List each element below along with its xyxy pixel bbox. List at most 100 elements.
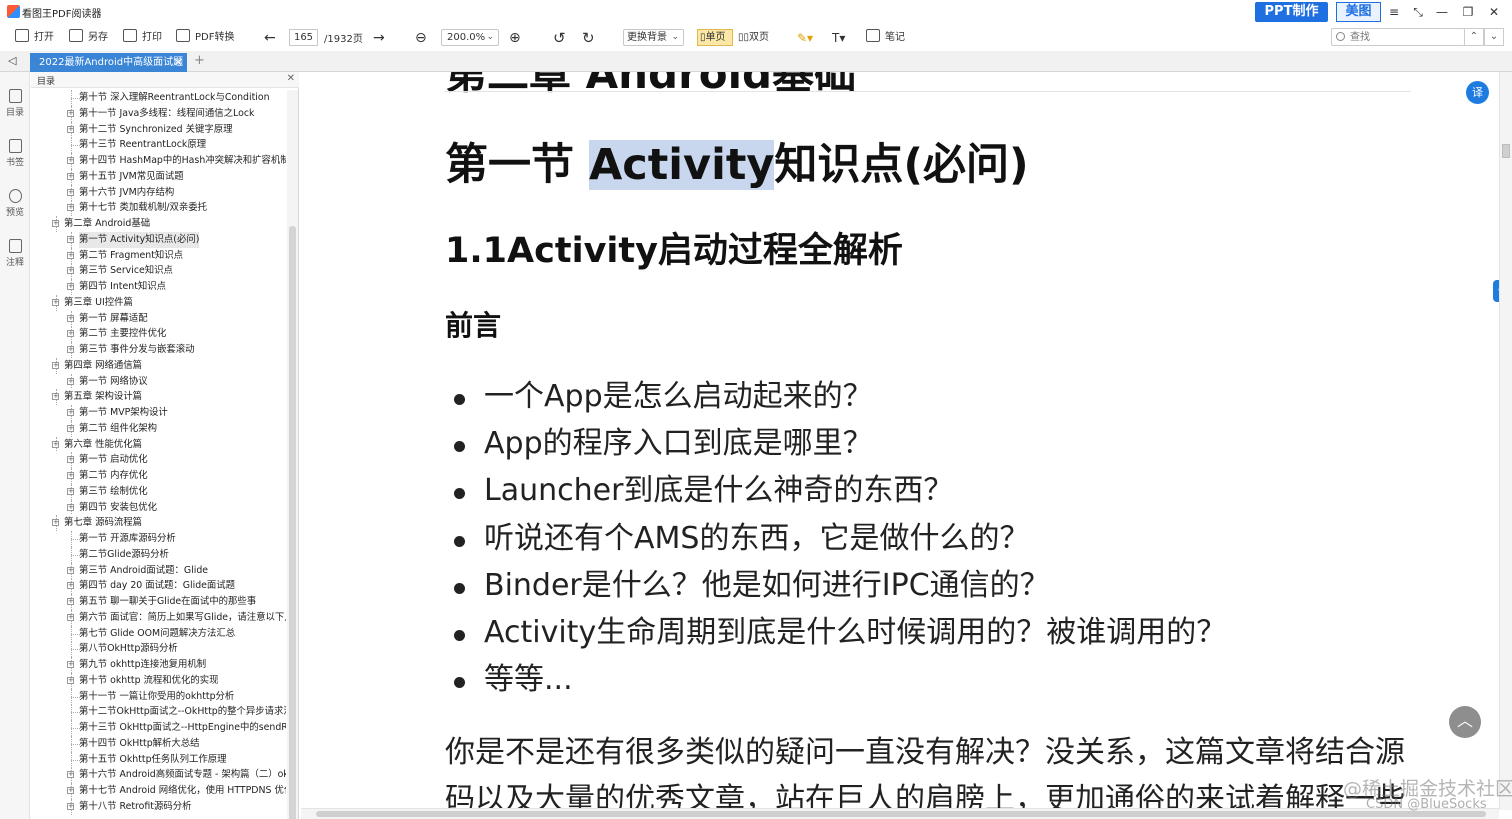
expand-toggle-icon[interactable]: + bbox=[67, 787, 74, 794]
expand-toggle-icon[interactable]: + bbox=[67, 204, 74, 212]
open-button[interactable]: 打开 bbox=[15, 29, 54, 47]
sidebar-item-bookmark[interactable]: 书签 bbox=[0, 139, 30, 168]
next-page-button[interactable]: → bbox=[373, 29, 385, 47]
sidebar-item-outline[interactable]: 目录 bbox=[0, 89, 30, 118]
outline-item[interactable]: + 第十一节 Java多线程：线程间通信之Lock bbox=[31, 105, 286, 122]
outline-item[interactable]: + 第十节 okhttp 流程和优化的实现 bbox=[31, 672, 286, 689]
outline-item[interactable]: + 第一节 网络协议 bbox=[31, 373, 286, 390]
outline-item[interactable]: + 第二节 Fragment知识点 bbox=[31, 247, 286, 264]
double-page-button[interactable]: ▯▯双页 bbox=[736, 29, 772, 46]
outline-item[interactable]: + 第三节 Service知识点 bbox=[31, 263, 286, 279]
outline-item[interactable]: + 第一节 MVP架构设计 bbox=[31, 405, 286, 421]
expand-toggle-icon[interactable]: + bbox=[67, 157, 74, 164]
horizontal-scroll-thumb[interactable] bbox=[316, 811, 1486, 817]
expand-toggle-icon[interactable]: + bbox=[67, 661, 74, 668]
expand-toggle-icon[interactable]: + bbox=[52, 361, 59, 369]
outline-item[interactable]: + 第二节 内存优化 bbox=[31, 468, 286, 484]
background-select[interactable]: 更换背景 ⌄ bbox=[623, 29, 684, 46]
search-prev-button[interactable]: ⌃ bbox=[1464, 28, 1484, 46]
outline-item[interactable]: 第十四节 OkHttp解析大总结 bbox=[31, 735, 286, 752]
outline-item[interactable]: + 第二节 主要控件优化 bbox=[31, 326, 286, 342]
expand-toggle-icon[interactable]: + bbox=[67, 346, 74, 353]
outline-item[interactable]: + 第七章 源码流程篇 bbox=[31, 515, 286, 531]
close-tab-icon[interactable]: ✕ bbox=[174, 53, 183, 72]
expand-toggle-icon[interactable]: + bbox=[67, 487, 74, 495]
sidebar-item-annotation[interactable]: 注释 bbox=[0, 239, 30, 268]
outline-item[interactable]: 第二节Glide源码分析 bbox=[31, 546, 286, 563]
expand-toggle-icon[interactable]: + bbox=[52, 220, 59, 227]
expand-toggle-icon[interactable]: + bbox=[67, 424, 74, 432]
expand-toggle-icon[interactable]: + bbox=[52, 393, 59, 401]
page-number-input[interactable]: 165 bbox=[289, 29, 318, 46]
highlight-pen-icon[interactable]: ✎▾ bbox=[797, 29, 813, 47]
outline-scrollbar[interactable] bbox=[287, 90, 298, 819]
expand-toggle-icon[interactable]: + bbox=[67, 676, 74, 684]
outline-item[interactable]: + 第十八节 Retrofit源码分析 bbox=[31, 798, 286, 815]
outline-item[interactable]: 第十一节 一篇让你受用的okhttp分析 bbox=[31, 688, 286, 705]
expand-toggle-icon[interactable]: + bbox=[67, 172, 74, 180]
outline-item[interactable]: + 第十五节 JVM常见面试题 bbox=[31, 168, 286, 185]
single-page-button[interactable]: ▯单页 bbox=[697, 29, 733, 46]
minimize-button[interactable]: — bbox=[1432, 3, 1452, 21]
outline-item[interactable]: + 第五节 聊一聊关于Glide在面试中的那些事 bbox=[31, 594, 286, 610]
outline-item[interactable]: + 第一节 屏幕适配 bbox=[31, 310, 286, 327]
expand-toggle-icon[interactable]: + bbox=[67, 566, 74, 574]
print-button[interactable]: 打印 bbox=[123, 29, 162, 47]
sidebar-item-preview[interactable]: 预览 bbox=[0, 189, 30, 218]
collapse-sidebar-icon[interactable]: ◁ bbox=[8, 54, 16, 67]
expand-toggle-icon[interactable]: + bbox=[67, 251, 74, 259]
text-tool-icon[interactable]: T▾ bbox=[832, 29, 845, 47]
outline-item[interactable]: + 第四节 day 20 面试题：Glide面试题 bbox=[31, 578, 286, 594]
back-to-top-button[interactable]: ︿ bbox=[1449, 706, 1481, 738]
add-tab-icon[interactable]: + bbox=[194, 53, 205, 68]
expand-toggle-icon[interactable]: + bbox=[67, 314, 74, 322]
expand-toggle-icon[interactable]: + bbox=[67, 613, 74, 621]
expand-toggle-icon[interactable]: + bbox=[67, 503, 74, 511]
expand-toggle-icon[interactable]: + bbox=[67, 472, 74, 479]
expand-toggle-icon[interactable]: + bbox=[67, 283, 74, 290]
outline-item[interactable]: + 第四节 安装包优化 bbox=[31, 499, 286, 516]
fullscreen-icon[interactable]: ⤡ bbox=[1408, 3, 1428, 21]
expand-toggle-icon[interactable]: + bbox=[67, 125, 74, 133]
close-panel-icon[interactable]: ✕ bbox=[287, 73, 295, 84]
horizontal-scrollbar[interactable] bbox=[301, 808, 1499, 819]
outline-item[interactable]: 第七节 Glide OOM问题解决方法汇总 bbox=[31, 625, 286, 642]
meitu-button[interactable]: 美图 bbox=[1336, 2, 1381, 22]
outline-item[interactable]: + 第一节 启动优化 bbox=[31, 452, 286, 468]
expand-toggle-icon[interactable]: + bbox=[52, 440, 59, 448]
zoom-out-icon[interactable]: ⊖ bbox=[415, 29, 427, 47]
prev-page-button[interactable]: ← bbox=[264, 29, 276, 47]
pdf-convert-button[interactable]: PDF转换 bbox=[176, 29, 234, 47]
expand-toggle-icon[interactable]: + bbox=[67, 771, 74, 779]
outline-item[interactable]: 第一节 开源库源码分析 bbox=[31, 531, 286, 547]
expand-toggle-icon[interactable]: + bbox=[67, 802, 74, 810]
expand-toggle-icon[interactable]: + bbox=[67, 330, 74, 338]
rotate-left-icon[interactable]: ↺ bbox=[553, 29, 566, 47]
outline-item[interactable]: 第十三节 ReentrantLock原理 bbox=[31, 137, 286, 153]
outline-item[interactable]: + 第六章 性能优化篇 bbox=[31, 436, 286, 453]
outline-item[interactable]: + 第十六节 JVM内存结构 bbox=[31, 184, 286, 201]
search-next-button[interactable]: ⌄ bbox=[1484, 28, 1504, 46]
outline-item[interactable]: + 第十四节 HashMap中的Hash冲突解决和扩容机制 bbox=[31, 153, 286, 169]
outline-item[interactable]: 第十节 深入理解ReentrantLock与Condition bbox=[31, 90, 286, 106]
zoom-select[interactable]: 200.0% ⌄ bbox=[441, 29, 499, 46]
expand-toggle-icon[interactable]: + bbox=[67, 377, 74, 385]
document-view[interactable]: 第二章 Android基础 第一节 Activity知识点(必问) 1.1Act… bbox=[301, 72, 1499, 810]
outline-item[interactable]: 第十三节 OkHttp面试之--HttpEngine中的sendRequest方… bbox=[31, 720, 286, 736]
outline-item[interactable]: + 第十七节 Android 网络优化，使用 HTTPDNS 优化 DNS bbox=[31, 783, 286, 799]
close-window-button[interactable]: ✕ bbox=[1484, 3, 1504, 21]
search-input[interactable] bbox=[1350, 30, 1460, 44]
outline-item[interactable]: + 第一节 Activity知识点(必问) bbox=[31, 231, 286, 248]
zoom-in-icon[interactable]: ⊕ bbox=[509, 29, 521, 47]
search-box[interactable] bbox=[1331, 28, 1465, 46]
outline-scroll-thumb[interactable] bbox=[289, 226, 296, 819]
outline-item[interactable]: + 第三章 UI控件篇 bbox=[31, 294, 286, 311]
menu-icon[interactable]: ≡ bbox=[1384, 3, 1404, 21]
expand-toggle-icon[interactable]: + bbox=[67, 188, 74, 196]
outline-item[interactable]: + 第三节 Android面试题：Glide bbox=[31, 562, 286, 579]
outline-item[interactable]: + 第二章 Android基础 bbox=[31, 216, 286, 232]
outline-item[interactable]: + 第三节 事件分发与嵌套滚动 bbox=[31, 342, 286, 358]
expand-toggle-icon[interactable]: + bbox=[67, 598, 74, 605]
expand-toggle-icon[interactable]: + bbox=[52, 519, 59, 527]
rotate-right-icon[interactable]: ↻ bbox=[582, 29, 595, 47]
